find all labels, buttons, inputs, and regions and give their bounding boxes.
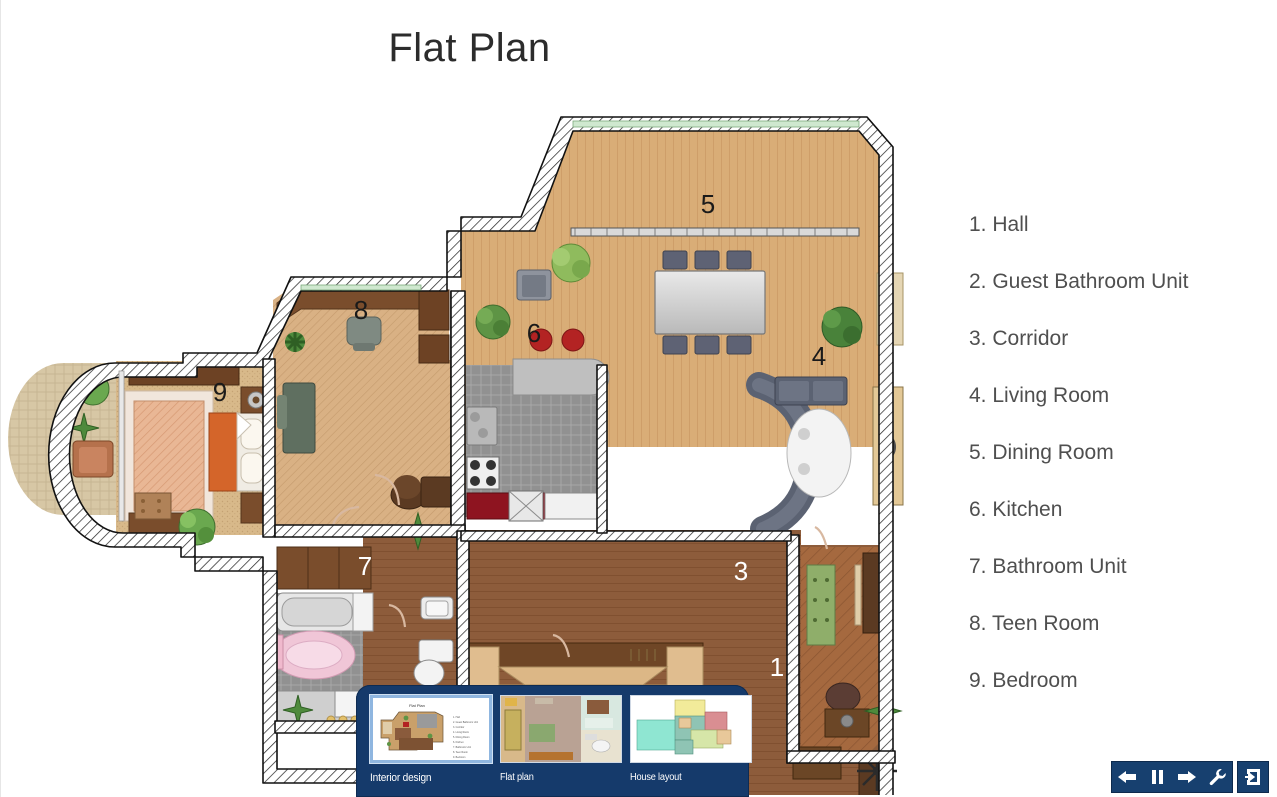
- legend-item-5: 5. Dining Room: [969, 441, 1114, 464]
- legend-item-7: 7. Bathroom Unit: [969, 555, 1127, 578]
- bedroom-furniture: [124, 366, 272, 546]
- svg-text:8. Teen Room: 8. Teen Room: [453, 751, 468, 754]
- slide-thumbnail-strip[interactable]: Flat Plan 1. Hall 2. Guest Bathroom Unit …: [356, 685, 752, 797]
- room-number-3: 3: [734, 556, 748, 586]
- thumbnail-interior-design[interactable]: Flat Plan 1. Hall 2. Guest Bathroom Unit …: [369, 694, 493, 784]
- thumbnail-image-house-layout[interactable]: [630, 695, 752, 763]
- legend-item-6: 6. Kitchen: [969, 498, 1063, 521]
- room-number-8: 8: [354, 295, 368, 325]
- arrow-right-icon: [1178, 771, 1196, 783]
- armchair: [516, 269, 552, 301]
- legend-item-8: 8. Teen Room: [969, 612, 1100, 635]
- next-button[interactable]: [1172, 762, 1202, 792]
- thumbnail-caption-interior-design: Interior design: [370, 772, 432, 784]
- svg-text:3. Corridor: 3. Corridor: [453, 726, 464, 729]
- svg-text:2. Guest Bathroom Unit: 2. Guest Bathroom Unit: [453, 721, 478, 724]
- page-title: Flat Plan: [388, 26, 551, 70]
- room-legend: 1. Hall 2. Guest Bathroom Unit 3. Corrid…: [969, 214, 1269, 727]
- legend-item-1: 1. Hall: [969, 213, 1029, 236]
- pause-icon: [1152, 770, 1163, 784]
- svg-text:1. Hall: 1. Hall: [453, 716, 460, 719]
- svg-text:4. Living Room: 4. Living Room: [453, 731, 469, 734]
- room-number-5: 5: [701, 189, 715, 219]
- legend-item-3: 3. Corridor: [969, 327, 1069, 350]
- settings-button[interactable]: [1202, 762, 1232, 792]
- room-number-9: 9: [213, 377, 227, 407]
- svg-text:6. Kitchen: 6. Kitchen: [453, 741, 464, 744]
- wrench-icon: [1209, 768, 1226, 785]
- svg-text:5. Dining Room: 5. Dining Room: [453, 736, 469, 739]
- room-number-6: 6: [527, 318, 541, 348]
- plant-icon: [475, 304, 511, 340]
- dining-set: [654, 250, 766, 355]
- slide-canvas: Flat Plan 1 3 4 5 6 7 8 9 1. Hall 2. Gue…: [1, 0, 1277, 797]
- legend-item-4: 4. Living Room: [969, 384, 1110, 407]
- thumbnail-caption-house-layout: House layout: [630, 772, 682, 783]
- exit-button[interactable]: [1238, 762, 1268, 792]
- room-number-1: 1: [770, 652, 784, 682]
- armchair: [72, 440, 114, 478]
- exit-icon: [1244, 769, 1260, 785]
- arrow-left-icon: [1118, 771, 1136, 783]
- thumbnail-flat-plan[interactable]: Flat plan: [500, 695, 622, 784]
- thumbnail-image-flat-plan[interactable]: [500, 695, 622, 763]
- svg-text:Flat Plan: Flat Plan: [409, 703, 425, 708]
- thumbnail-house-layout[interactable]: House layout: [630, 695, 752, 784]
- svg-text:7. Bathroom Unit: 7. Bathroom Unit: [453, 746, 471, 749]
- exit-group[interactable]: [1237, 761, 1269, 793]
- thumbnail-caption-flat-plan: Flat plan: [500, 772, 534, 783]
- svg-text:9. Bedroom: 9. Bedroom: [453, 756, 465, 759]
- plant-icon: [821, 306, 863, 348]
- legend-item-9: 9. Bedroom: [969, 669, 1078, 692]
- previous-button[interactable]: [1112, 762, 1142, 792]
- pause-button[interactable]: [1142, 762, 1172, 792]
- room-number-4: 4: [812, 341, 826, 371]
- player-controls-group[interactable]: [1111, 761, 1233, 793]
- legend-item-2: 2. Guest Bathroom Unit: [969, 270, 1189, 293]
- thumbnail-image-interior-design[interactable]: Flat Plan 1. Hall 2. Guest Bathroom Unit …: [369, 694, 493, 764]
- plant-icon: [285, 332, 305, 352]
- room-number-7: 7: [358, 551, 372, 581]
- player-toolbar[interactable]: [1111, 761, 1269, 793]
- plant-icon: [551, 243, 591, 283]
